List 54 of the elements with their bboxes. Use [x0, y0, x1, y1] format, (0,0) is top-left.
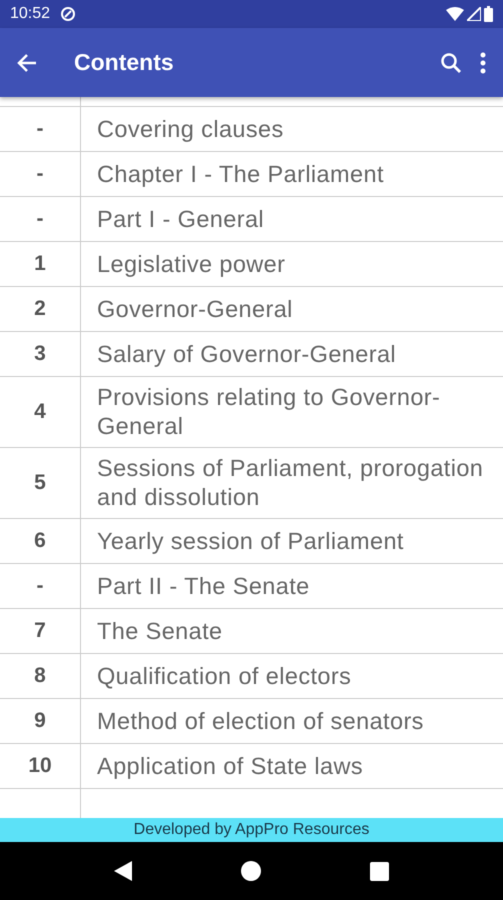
contents-row[interactable]: 9 Method of election of senators: [0, 699, 503, 744]
section-title: Method of election of senators: [96, 706, 425, 736]
section-number: 1: [0, 242, 81, 286]
section-number: 2: [0, 287, 81, 331]
section-title: Yearly session of Parliament: [96, 526, 405, 556]
section-title: Provisions relating to Governor-General: [96, 383, 442, 441]
section-number: -: [0, 107, 81, 151]
contents-row[interactable]: 6 Yearly session of Parliament: [0, 519, 503, 564]
app-bar-title: Contents: [74, 49, 175, 76]
contents-row[interactable]: 2 Governor-General: [0, 287, 503, 332]
footer-banner: Developed by AppPro Resources: [0, 818, 503, 842]
contents-row[interactable]: 5 Sessions of Parliament, prorogation and dissolution: [0, 448, 503, 519]
section-title: Qualification of electors: [96, 662, 352, 690]
section-number: 7: [0, 609, 81, 653]
section-number: 10: [0, 744, 81, 788]
section-number: 4: [0, 377, 81, 447]
section-title: Sessions of Parliament, prorogation and dissolution: [96, 454, 484, 512]
home-nav-icon[interactable]: [240, 861, 261, 881]
section-title: Salary of Governor-General: [96, 340, 398, 369]
section-title: Part II - The Senate: [96, 572, 311, 600]
section-number: -: [0, 564, 81, 608]
section-number: 3: [0, 332, 81, 376]
section-title: Governor-General: [96, 294, 294, 324]
section-number: -: [0, 152, 81, 196]
section-number: 6: [0, 519, 81, 563]
wifi-icon: [446, 7, 464, 21]
battery-icon: [484, 6, 493, 22]
back-arrow-icon: [16, 52, 38, 74]
more-options-icon: [479, 52, 487, 74]
contents-row[interactable]: 3 Salary of Governor-General: [0, 332, 503, 377]
contents-row[interactable]: 8 Qualification of electors: [0, 654, 503, 699]
contents-row[interactable]: - Covering clauses: [0, 107, 503, 152]
section-number: -: [0, 197, 81, 241]
signal-icon: [467, 7, 481, 21]
contents-row[interactable]: 10 Application of State laws: [0, 744, 503, 789]
contents-row[interactable]: - Chapter I - The Parliament: [0, 152, 503, 197]
section-title: Application of State laws: [96, 752, 364, 781]
recents-nav-icon[interactable]: [370, 862, 389, 880]
section-number: 9: [0, 699, 81, 743]
back-nav-icon[interactable]: [114, 861, 132, 881]
contents-row[interactable]: - Part I - General: [0, 197, 503, 242]
section-title: Part I - General: [96, 204, 266, 234]
search-icon: [439, 50, 463, 74]
section-title: Legislative power: [96, 250, 286, 279]
contents-row[interactable]: - Part II - The Senate: [0, 564, 503, 609]
section-number: 8: [0, 654, 81, 698]
status-time: 10:52: [10, 5, 50, 23]
section-title: The Senate: [96, 616, 224, 646]
contents-row[interactable]: 7 The Senate: [0, 609, 503, 654]
section-number: 5: [0, 448, 81, 518]
contents-row[interactable]: 4 Provisions relating to Governor-General: [0, 377, 503, 448]
section-title: Covering clauses: [96, 114, 285, 144]
contents-row[interactable]: 1 Legislative power: [0, 242, 503, 287]
section-title: Chapter I - The Parliament: [96, 160, 385, 189]
